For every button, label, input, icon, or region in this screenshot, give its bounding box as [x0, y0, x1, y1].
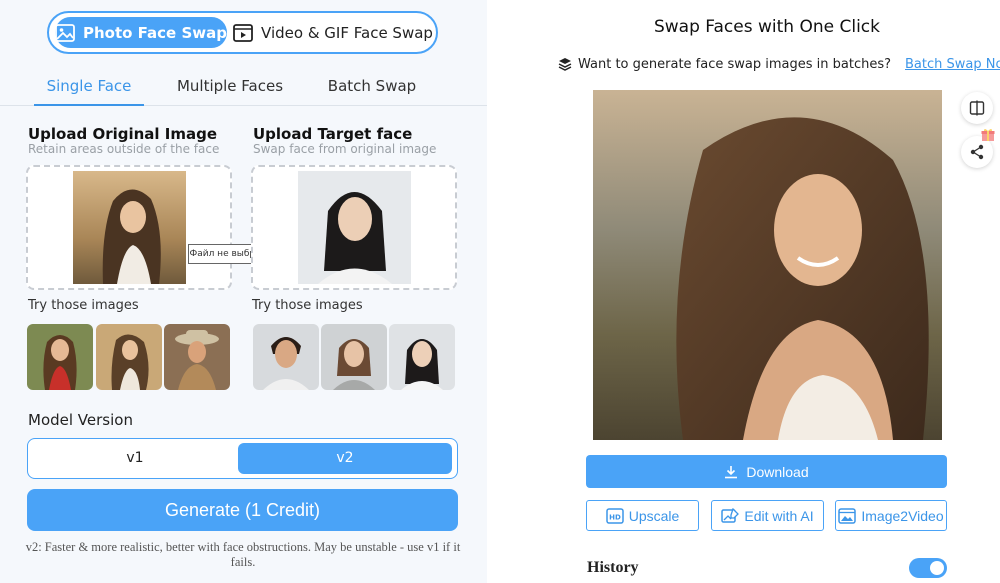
- toggle-knob: [930, 561, 944, 575]
- video-gif-face-swap-button[interactable]: Video & GIF Face Swap: [233, 17, 433, 48]
- target-face-dropzone[interactable]: [251, 165, 457, 290]
- photo-face-swap-label: Photo Face Swap: [83, 23, 227, 42]
- download-icon: [725, 465, 738, 478]
- result-title: Swap Faces with One Click: [653, 17, 880, 37]
- edit-image-icon: [721, 507, 740, 523]
- model-v1-option[interactable]: v1: [32, 443, 238, 474]
- original-sample-2[interactable]: [96, 324, 162, 390]
- target-sample-3[interactable]: [389, 324, 455, 390]
- mode-switch: Photo Face Swap Video & GIF Face Swap: [47, 11, 438, 54]
- generate-button[interactable]: Generate (1 Credit): [27, 489, 458, 531]
- model-version-switch: v1 v2: [27, 438, 458, 479]
- original-image-title: Upload Original Image: [28, 125, 218, 143]
- original-image-preview: [73, 171, 186, 284]
- hd-icon: HD: [605, 507, 624, 524]
- result-image: [593, 90, 942, 440]
- history-toggle[interactable]: [909, 558, 947, 578]
- tab-multiple-faces[interactable]: Multiple Faces: [170, 66, 290, 106]
- batch-prompt-row: Want to generate face swap images in bat…: [558, 56, 1000, 72]
- share-icon: [970, 144, 984, 160]
- edit-with-ai-label: Edit with AI: [744, 507, 814, 524]
- upscale-button[interactable]: HD Upscale: [586, 500, 699, 531]
- original-try-label: Try those images: [28, 298, 139, 313]
- original-sample-1[interactable]: [27, 324, 93, 390]
- target-face-subtitle: Swap face from original image: [253, 142, 437, 156]
- upscale-label: Upscale: [628, 507, 680, 524]
- edit-with-ai-button[interactable]: Edit with AI: [711, 500, 824, 531]
- download-label: Download: [746, 463, 809, 480]
- video-gif-face-swap-label: Video & GIF Face Swap: [261, 23, 433, 42]
- history-label: History: [587, 559, 639, 576]
- image-video-icon: [838, 507, 857, 524]
- face-mode-tabs: Single Face Multiple Faces Batch Swap: [0, 66, 487, 106]
- compare-button[interactable]: [961, 92, 993, 124]
- image-icon: [55, 23, 75, 42]
- image2video-button[interactable]: Image2Video: [835, 500, 947, 531]
- layers-icon: [558, 58, 572, 71]
- left-panel: Photo Face Swap Video & GIF Face Swap Si…: [0, 0, 487, 583]
- tab-batch-swap[interactable]: Batch Swap: [317, 66, 427, 106]
- original-image-subtitle: Retain areas outside of the face: [28, 142, 220, 156]
- model-note: v2: Faster & more realistic, better with…: [25, 540, 461, 569]
- original-image-dropzone[interactable]: [26, 165, 232, 290]
- model-version-label: Model Version: [28, 411, 133, 429]
- target-face-preview: [298, 171, 411, 284]
- tab-single-face[interactable]: Single Face: [34, 66, 144, 106]
- side-rail: [961, 88, 995, 172]
- photo-face-swap-button[interactable]: Photo Face Swap: [55, 17, 227, 48]
- film-icon: [233, 23, 253, 42]
- original-sample-3[interactable]: [164, 324, 230, 390]
- batch-swap-now-link[interactable]: Batch Swap Now: [905, 57, 1000, 72]
- gift-icon: [981, 129, 995, 141]
- image2video-label: Image2Video: [861, 507, 944, 524]
- target-sample-1[interactable]: [253, 324, 319, 390]
- share-button[interactable]: [961, 129, 995, 168]
- target-try-label: Try those images: [252, 298, 363, 313]
- target-face-title: Upload Target face: [253, 125, 413, 143]
- batch-prompt-text: Want to generate face swap images in bat…: [578, 56, 891, 72]
- svg-text:HD: HD: [609, 513, 621, 521]
- compare-icon: [969, 100, 985, 116]
- download-button[interactable]: Download: [586, 455, 947, 488]
- model-v2-option[interactable]: v2: [238, 443, 452, 474]
- target-sample-2[interactable]: [321, 324, 387, 390]
